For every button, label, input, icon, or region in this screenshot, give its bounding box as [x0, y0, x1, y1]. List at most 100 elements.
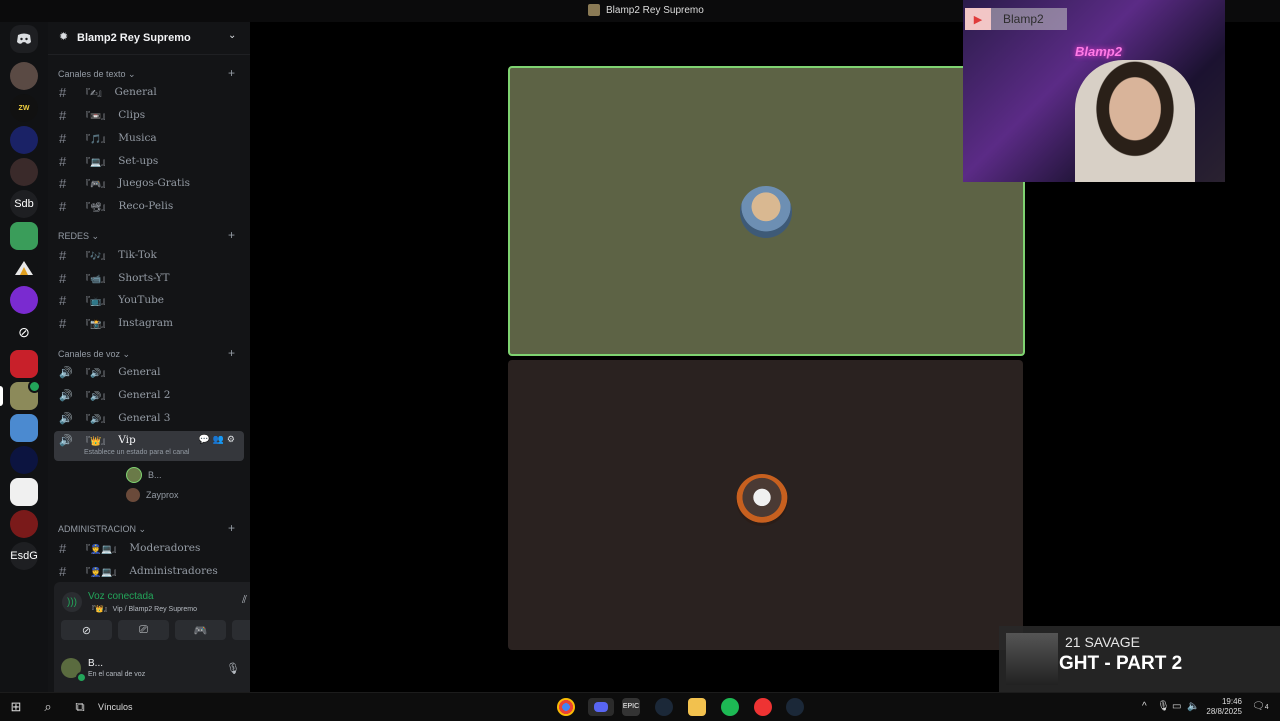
now-playing-overlay: 21 SAVAGE GHT - PART 2 [999, 626, 1280, 692]
speaker-icon: 🔊 [59, 365, 73, 379]
hash-icon: # [59, 153, 67, 169]
youtube-icon: ▶ [965, 8, 991, 30]
channel-tiktok[interactable]: # 『🎶』 Tik-Tok [54, 245, 244, 265]
server-avatar-9[interactable] [10, 350, 38, 378]
hash-icon: # [59, 198, 67, 214]
spotify-icon[interactable] [721, 698, 739, 716]
window-title: Blamp2 Rey Supremo [588, 4, 704, 16]
steam-icon[interactable] [786, 698, 804, 716]
channel-shorts-yt[interactable]: # 『📹』 Shorts-YT [54, 268, 244, 288]
channel-musica[interactable]: # 『🎵』 Musica [54, 128, 244, 148]
server-list: ZW Sdb ⊘ EsdG [0, 22, 48, 692]
app-icon[interactable] [754, 698, 772, 716]
channel-general[interactable]: # 『✍』 General [54, 82, 244, 102]
category-redes[interactable]: REDES ⌄ [58, 231, 99, 242]
server-avatar-esdg[interactable]: EsdG [10, 542, 38, 570]
channel-status-hint[interactable]: Establece un estado para el canal [84, 449, 189, 456]
server-header[interactable]: ✹ Blamp2 Rey Supremo ⌄ [48, 22, 250, 55]
server-avatar-sdb[interactable]: Sdb [10, 190, 38, 218]
chevron-down-icon[interactable]: ⌄ [228, 30, 236, 41]
discord-home-icon[interactable] [10, 25, 38, 53]
server-boost-icon: ✹ [59, 31, 69, 43]
voice-channel-general-3[interactable]: 🔊 『🔊』 General 3 [54, 408, 244, 428]
hash-icon: # [59, 540, 67, 556]
steam-icon[interactable] [655, 698, 673, 716]
server-avatar-2[interactable]: ZW [10, 94, 38, 122]
voice-activity-badge [28, 380, 41, 393]
taskbar-search-label[interactable]: Vínculos [98, 702, 133, 712]
screen-share-button[interactable]: ⎚ [118, 620, 169, 640]
server-avatar-13[interactable] [10, 510, 38, 538]
participant-avatar [736, 474, 788, 526]
server-avatar-4[interactable] [10, 158, 38, 186]
channel-administradores[interactable]: # 『👮💻』 Administradores [54, 561, 244, 581]
channel-reco-pelis[interactable]: # 『📽』 Reco-Pelis [54, 196, 244, 216]
server-avatar-12[interactable] [10, 478, 38, 506]
channel-setups[interactable]: # 『💻』 Set-ups [54, 151, 244, 171]
server-icon [588, 4, 600, 16]
speaker-icon: 🔊 [59, 388, 73, 402]
add-channel-icon[interactable]: + [228, 346, 235, 360]
system-clock[interactable]: 19:46 28/8/2025 [1200, 697, 1242, 717]
task-view-icon[interactable]: ⧉ [72, 699, 88, 715]
server-avatar-8[interactable]: ⊘ [10, 318, 38, 346]
mic-icon[interactable]: 🎙 [1157, 701, 1170, 712]
participant-tile[interactable] [508, 360, 1023, 650]
signal-icon: ))) [62, 592, 82, 612]
epic-games-icon[interactable]: EPIC [622, 698, 640, 716]
add-channel-icon[interactable]: + [228, 521, 235, 535]
chrome-icon[interactable] [557, 698, 575, 716]
search-icon[interactable]: ⌕ [40, 699, 56, 715]
add-channel-icon[interactable]: + [228, 66, 235, 80]
hash-icon: # [59, 247, 67, 263]
voice-location[interactable]: 『👑』 Vip / Blamp2 Rey Supremo [88, 604, 197, 614]
hash-icon: # [59, 175, 67, 191]
network-icon[interactable]: ▭ [1172, 701, 1181, 712]
streamer-image [1075, 60, 1195, 182]
channel-youtube[interactable]: # 『📺』 YouTube [54, 290, 244, 310]
channel-clips[interactable]: # 『📼』 Clips [54, 105, 244, 125]
channel-juegos-gratis[interactable]: # 『🎮』 Juegos-Gratis [54, 173, 244, 193]
chevron-up-icon[interactable]: ^ [1142, 701, 1147, 712]
webcam-overlay: Blamp2 ▶ Blamp2 [963, 0, 1225, 182]
windows-start-icon[interactable]: ⊞ [8, 699, 24, 715]
file-explorer-icon[interactable] [688, 698, 706, 716]
add-channel-icon[interactable]: + [228, 228, 235, 242]
server-avatar-11[interactable] [10, 446, 38, 474]
category-voice[interactable]: Canales de voz ⌄ [58, 349, 130, 360]
voice-channel-general-2[interactable]: 🔊 『🔊』 General 2 [54, 385, 244, 405]
channel-actions[interactable]: 💬👥⚙ [199, 435, 238, 445]
channel-instagram[interactable]: # 『📸』 Instagram [54, 313, 244, 333]
artist-name: 21 SAVAGE [1065, 634, 1140, 650]
server-avatar-5[interactable] [10, 222, 38, 250]
server-avatar-7[interactable] [10, 286, 38, 314]
voice-channel-general[interactable]: 🔊 『🔊』 General [54, 362, 244, 382]
server-avatar-6[interactable] [10, 254, 38, 282]
youtube-badge: ▶ Blamp2 [965, 8, 1067, 30]
voice-user[interactable]: B... [126, 467, 162, 483]
taskbar: ⊞ ⌕ ⧉ Vínculos EPIC ^ 🎙 ▭ 🔈 19:46 28/8/2… [0, 692, 1280, 721]
mic-icon[interactable]: 🎙 [226, 662, 240, 675]
voice-channel-vip[interactable]: 🔊 『👑』 Vip 💬👥⚙ Establece un estado para el … [54, 431, 244, 461]
user-name[interactable]: B... [88, 658, 103, 669]
volume-icon[interactable]: 🔈 [1187, 701, 1199, 712]
category-admin[interactable]: ADMINISTRACION ⌄ [58, 524, 146, 535]
online-status-badge [76, 672, 87, 683]
server-avatar-3[interactable] [10, 126, 38, 154]
voice-user[interactable]: Zayprox [126, 488, 179, 502]
activity-button[interactable]: 🎮 [175, 620, 226, 640]
noise-suppression-icon[interactable]: ⫽ [242, 594, 247, 607]
participant-avatar [740, 186, 792, 238]
server-avatar-1[interactable] [10, 62, 38, 90]
notification-icon[interactable]: 🗨4 [1252, 701, 1269, 712]
hash-icon: # [59, 315, 67, 331]
camera-off-button[interactable]: ⊘ [61, 620, 112, 640]
category-text[interactable]: Canales de texto ⌄ [58, 69, 136, 80]
hash-icon: # [59, 292, 67, 308]
avatar [126, 488, 140, 502]
participant-tile-speaking[interactable] [508, 66, 1025, 356]
channel-moderadores[interactable]: # 『👮💻』 Moderadores [54, 538, 244, 558]
server-avatar-10[interactable] [10, 414, 38, 442]
voice-connected-status[interactable]: Voz conectada [88, 591, 154, 602]
discord-taskbar-icon[interactable] [588, 698, 614, 716]
